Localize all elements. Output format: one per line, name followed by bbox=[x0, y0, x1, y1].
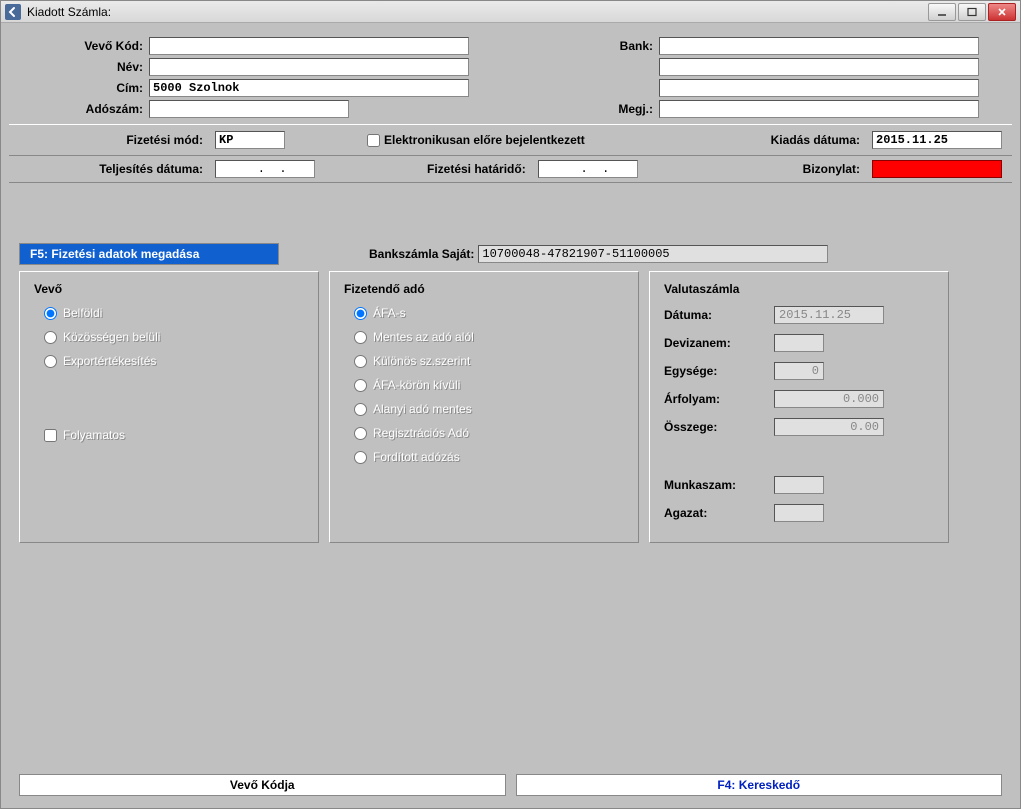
payment-bar: Fizetési mód: Elektronikusan előre bejel… bbox=[9, 124, 1012, 156]
close-button[interactable] bbox=[988, 3, 1016, 21]
titlebar: Kiadott Számla: bbox=[1, 1, 1020, 23]
app-icon bbox=[5, 4, 21, 20]
ado-forditott-label: Fordított adózás bbox=[373, 450, 460, 464]
ado-panel-title: Fizetendő adó bbox=[344, 282, 624, 296]
munkaszam-label: Munkaszam: bbox=[664, 478, 774, 492]
egysege-label: Egysége: bbox=[664, 364, 774, 378]
header-form: Vevő Kód: Bank: Név: Cím: Adószám: Megj.… bbox=[9, 31, 1012, 124]
folyamatos-checkbox[interactable] bbox=[44, 429, 57, 442]
ado-kulonos-radio[interactable] bbox=[354, 355, 367, 368]
footer-status: Vevő Kódja bbox=[19, 774, 506, 796]
kiadas-datuma-input[interactable] bbox=[872, 131, 1002, 149]
kiadas-datuma-label: Kiadás dátuma: bbox=[771, 133, 866, 147]
megj-input[interactable] bbox=[659, 100, 979, 118]
osszege-label: Összege: bbox=[664, 420, 774, 434]
vevo-kozossegen-radio[interactable] bbox=[44, 331, 57, 344]
fizetesi-hatarido-input[interactable] bbox=[538, 160, 638, 178]
vevo-panel-title: Vevő bbox=[34, 282, 304, 296]
elektronikus-checkbox[interactable] bbox=[367, 134, 380, 147]
payment-bar-2: Teljesítés dátuma: Fizetési határidő: Bi… bbox=[9, 156, 1012, 183]
adoszam-input[interactable] bbox=[149, 100, 349, 118]
vevo-kod-label: Vevő Kód: bbox=[19, 39, 149, 53]
teljesites-label: Teljesítés dátuma: bbox=[19, 162, 209, 176]
ado-alanyi-label: Alanyi adó mentes bbox=[373, 402, 472, 416]
osszege-input[interactable] bbox=[774, 418, 884, 436]
footer: Vevő Kódja F4: Kereskedő bbox=[9, 774, 1012, 800]
maximize-button[interactable] bbox=[958, 3, 986, 21]
vevo-kozossegen-label: Közösségen belüli bbox=[63, 330, 160, 344]
fizetesi-mod-label: Fizetési mód: bbox=[19, 133, 209, 147]
cim-input[interactable] bbox=[149, 79, 469, 97]
minimize-button[interactable] bbox=[928, 3, 956, 21]
arfolyam-input[interactable] bbox=[774, 390, 884, 408]
nev-label: Név: bbox=[19, 60, 149, 74]
egysege-input[interactable] bbox=[774, 362, 824, 380]
bank-label: Bank: bbox=[469, 39, 659, 53]
content-area: Vevő Kód: Bank: Név: Cím: Adószám: Megj.… bbox=[1, 23, 1020, 808]
agazat-label: Agazat: bbox=[664, 506, 774, 520]
ado-mentes-label: Mentes az adó alól bbox=[373, 330, 474, 344]
ado-regisztracios-label: Regisztrációs Adó bbox=[373, 426, 469, 440]
bizonylat-label: Bizonylat: bbox=[803, 162, 866, 176]
valuta-panel: Valutaszámla Dátuma: Devizanem: Egysége:… bbox=[649, 271, 949, 543]
window-title: Kiadott Számla: bbox=[27, 5, 928, 19]
bank-sajat-input[interactable] bbox=[478, 245, 828, 263]
vevo-panel: Vevő Belföldi Közösségen belüli Exportér… bbox=[19, 271, 319, 543]
vevo-belfoldi-radio[interactable] bbox=[44, 307, 57, 320]
elektronikus-label: Elektronikusan előre bejelentkezett bbox=[384, 133, 585, 147]
vevo-export-radio[interactable] bbox=[44, 355, 57, 368]
datuma-input[interactable] bbox=[774, 306, 884, 324]
arfolyam-label: Árfolyam: bbox=[664, 392, 774, 406]
bank-sajat-label: Bankszámla Saját: bbox=[369, 247, 474, 261]
ado-regisztracios-radio[interactable] bbox=[354, 427, 367, 440]
bank3-input[interactable] bbox=[659, 79, 979, 97]
vevo-kod-input[interactable] bbox=[149, 37, 469, 55]
fizetesi-hatarido-label: Fizetési határidő: bbox=[427, 162, 532, 176]
ado-forditott-radio[interactable] bbox=[354, 451, 367, 464]
ado-koroon-label: ÁFA-körön kívüli bbox=[373, 378, 460, 392]
munkaszam-input[interactable] bbox=[774, 476, 824, 494]
bank-input[interactable] bbox=[659, 37, 979, 55]
devizanem-input[interactable] bbox=[774, 334, 824, 352]
nev-input[interactable] bbox=[149, 58, 469, 76]
footer-f4-button[interactable]: F4: Kereskedő bbox=[516, 774, 1003, 796]
ado-afas-radio[interactable] bbox=[354, 307, 367, 320]
teljesites-input[interactable] bbox=[215, 160, 315, 178]
datuma-label: Dátuma: bbox=[664, 308, 774, 322]
bizonylat-box bbox=[872, 160, 1002, 178]
cim-label: Cím: bbox=[19, 81, 149, 95]
tab-fizetesi-adatok[interactable]: F5: Fizetési adatok megadása bbox=[19, 243, 279, 265]
devizanem-label: Devizanem: bbox=[664, 336, 774, 350]
ado-kulonos-label: Különös sz.szerint bbox=[373, 354, 470, 368]
ado-panel: Fizetendő adó ÁFA-s Mentes az adó alól K… bbox=[329, 271, 639, 543]
bank2-input[interactable] bbox=[659, 58, 979, 76]
app-window: Kiadott Számla: Vevő Kód: Bank: Név: Cím… bbox=[0, 0, 1021, 809]
megj-label: Megj.: bbox=[469, 102, 659, 116]
folyamatos-label: Folyamatos bbox=[63, 428, 125, 442]
vevo-export-label: Exportértékesítés bbox=[63, 354, 156, 368]
adoszam-label: Adószám: bbox=[19, 102, 149, 116]
tab-area: F5: Fizetési adatok megadása Bankszámla … bbox=[19, 243, 1002, 543]
vevo-belfoldi-label: Belföldi bbox=[63, 306, 102, 320]
ado-alanyi-radio[interactable] bbox=[354, 403, 367, 416]
ado-mentes-radio[interactable] bbox=[354, 331, 367, 344]
valuta-panel-title: Valutaszámla bbox=[664, 282, 934, 296]
ado-afas-label: ÁFA-s bbox=[373, 306, 406, 320]
ado-koroon-radio[interactable] bbox=[354, 379, 367, 392]
agazat-input[interactable] bbox=[774, 504, 824, 522]
fizetesi-mod-input[interactable] bbox=[215, 131, 285, 149]
